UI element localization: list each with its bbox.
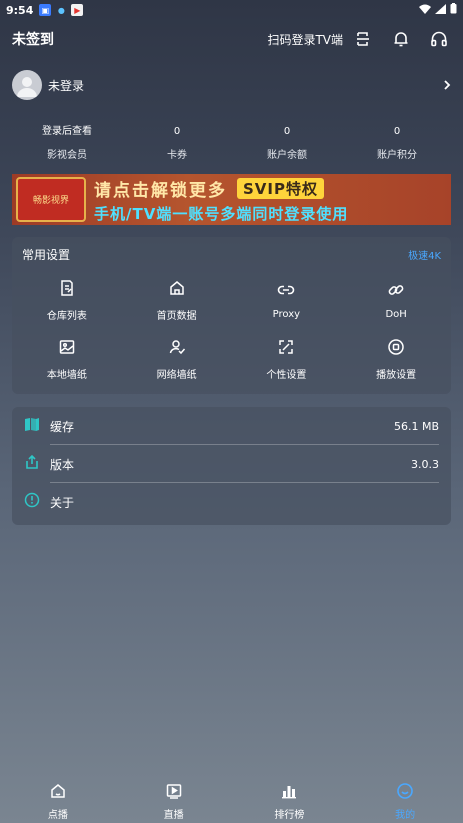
app-notification-icon: ▣ [39, 4, 52, 16]
version-label: 版本 [50, 457, 75, 472]
stat-value: 0 [173, 126, 181, 137]
nav-label: 直播 [163, 810, 184, 821]
settings-item-label: 仓库列表 [46, 311, 87, 322]
battery-icon [450, 3, 457, 17]
fast-4k-link[interactable]: 极速4K [408, 247, 441, 262]
play-icon [165, 782, 183, 804]
settings-item-label: 播放设置 [376, 370, 417, 381]
stat-label: 卡券 [167, 150, 187, 161]
qq-notification-icon: ● [57, 5, 65, 15]
stat-label: 账户余额 [267, 150, 307, 161]
sign-in-status-title[interactable]: 未签到 [12, 29, 54, 49]
profile-row[interactable]: 未登录 [12, 68, 452, 102]
stat-value: 0 [283, 126, 291, 137]
scan-icon[interactable] [351, 27, 375, 51]
settings-item-label: 本地墙纸 [46, 370, 87, 381]
settings-item-label: Proxy [272, 309, 301, 320]
version-value: 3.0.3 [411, 457, 439, 471]
profile-name: 未登录 [48, 78, 85, 93]
account-stats: 登录后查看 影视会员 0 卡券 0 账户余额 0 账户积分 [12, 124, 452, 161]
nav-label: 排行榜 [274, 810, 305, 821]
status-time: 9:54 [6, 3, 34, 17]
play-circle-icon [387, 338, 405, 360]
chevron-right-icon[interactable] [442, 76, 452, 95]
settings-item-local-wallpaper[interactable]: 本地墙纸 [12, 330, 122, 389]
settings-item-label: DoH [385, 309, 407, 320]
user-check-icon [168, 338, 186, 360]
book-icon [24, 416, 40, 436]
home-icon [49, 782, 67, 804]
about-label: 关于 [50, 495, 75, 510]
expand-icon [277, 338, 295, 360]
cache-value: 56.1 MB [393, 419, 439, 433]
nav-live[interactable]: 直播 [116, 780, 232, 823]
video-notification-icon: ▶ [71, 4, 84, 16]
cache-label: 缓存 [50, 419, 75, 434]
nav-label: 点播 [47, 810, 68, 821]
settings-item-proxy[interactable]: Proxy [232, 271, 342, 330]
wifi-icon [419, 4, 431, 17]
banner-subline: 手机/TV端一账号多端同时登录使用 [94, 204, 349, 223]
bottom-nav: 点播 直播 排行榜 我的 [0, 780, 463, 823]
share-icon [24, 454, 40, 474]
stat-balance[interactable]: 0 账户余额 [232, 124, 342, 161]
chain-icon [387, 281, 405, 303]
stat-label: 账户积分 [377, 150, 417, 161]
settings-item-network-wallpaper[interactable]: 网络墙纸 [122, 330, 232, 389]
stat-vip[interactable]: 登录后查看 影视会员 [12, 124, 122, 161]
settings-item-repository[interactable]: 仓库列表 [12, 271, 122, 330]
top-bar: 未签到 扫码登录TV端 [0, 22, 463, 56]
info-card: 缓存 56.1 MB 版本 3.0.3 关于 [12, 407, 451, 525]
settings-title: 常用设置 [22, 247, 71, 262]
cache-row[interactable]: 缓存 56.1 MB [24, 407, 439, 445]
settings-item-label: 网络墙纸 [156, 370, 197, 381]
about-row[interactable]: 关于 [24, 483, 439, 521]
nav-vod[interactable]: 点播 [0, 780, 116, 823]
nav-label: 我的 [395, 810, 416, 821]
settings-item-home-data[interactable]: 首页数据 [122, 271, 232, 330]
nav-mine[interactable]: 我的 [347, 780, 463, 823]
info-icon [24, 492, 40, 512]
version-row[interactable]: 版本 3.0.3 [24, 445, 439, 483]
stat-coupons[interactable]: 0 卡券 [122, 124, 232, 161]
profile-icon [396, 782, 414, 804]
chart-icon [280, 782, 298, 804]
banner-headline: 请点击解锁更多 [94, 180, 227, 201]
banner-logo: 畅影视界 [16, 177, 86, 222]
settings-item-doh[interactable]: DoH [341, 271, 451, 330]
nav-ranking[interactable]: 排行榜 [232, 780, 348, 823]
settings-item-playback[interactable]: 播放设置 [341, 330, 451, 389]
bell-icon[interactable] [389, 27, 413, 51]
common-settings-card: 常用设置 极速4K 仓库列表 首页数据 Proxy DoH 本地墙纸 网络墙纸 … [12, 237, 451, 394]
settings-item-label: 个性设置 [266, 370, 307, 381]
repository-icon [58, 279, 76, 301]
scan-login-tv-label[interactable]: 扫码登录TV端 [267, 31, 343, 48]
settings-item-label: 首页数据 [156, 311, 197, 322]
svip-banner[interactable]: 畅影视界 请点击解锁更多 SVIP特权 手机/TV端一账号多端同时登录使用 [12, 174, 451, 225]
svip-badge: SVIP特权 [237, 177, 324, 199]
image-icon [58, 338, 76, 360]
stat-value: 登录后查看 [42, 126, 92, 137]
status-bar: 9:54 ▣ ● ▶ [0, 0, 463, 20]
avatar[interactable] [12, 70, 42, 100]
settings-item-personalize[interactable]: 个性设置 [232, 330, 342, 389]
signal-icon [435, 3, 446, 17]
stat-value: 0 [393, 126, 401, 137]
link-icon [277, 281, 295, 303]
stat-points[interactable]: 0 账户积分 [342, 124, 452, 161]
stat-label: 影视会员 [47, 150, 87, 161]
home-icon [168, 279, 186, 301]
headphones-icon[interactable] [427, 27, 451, 51]
